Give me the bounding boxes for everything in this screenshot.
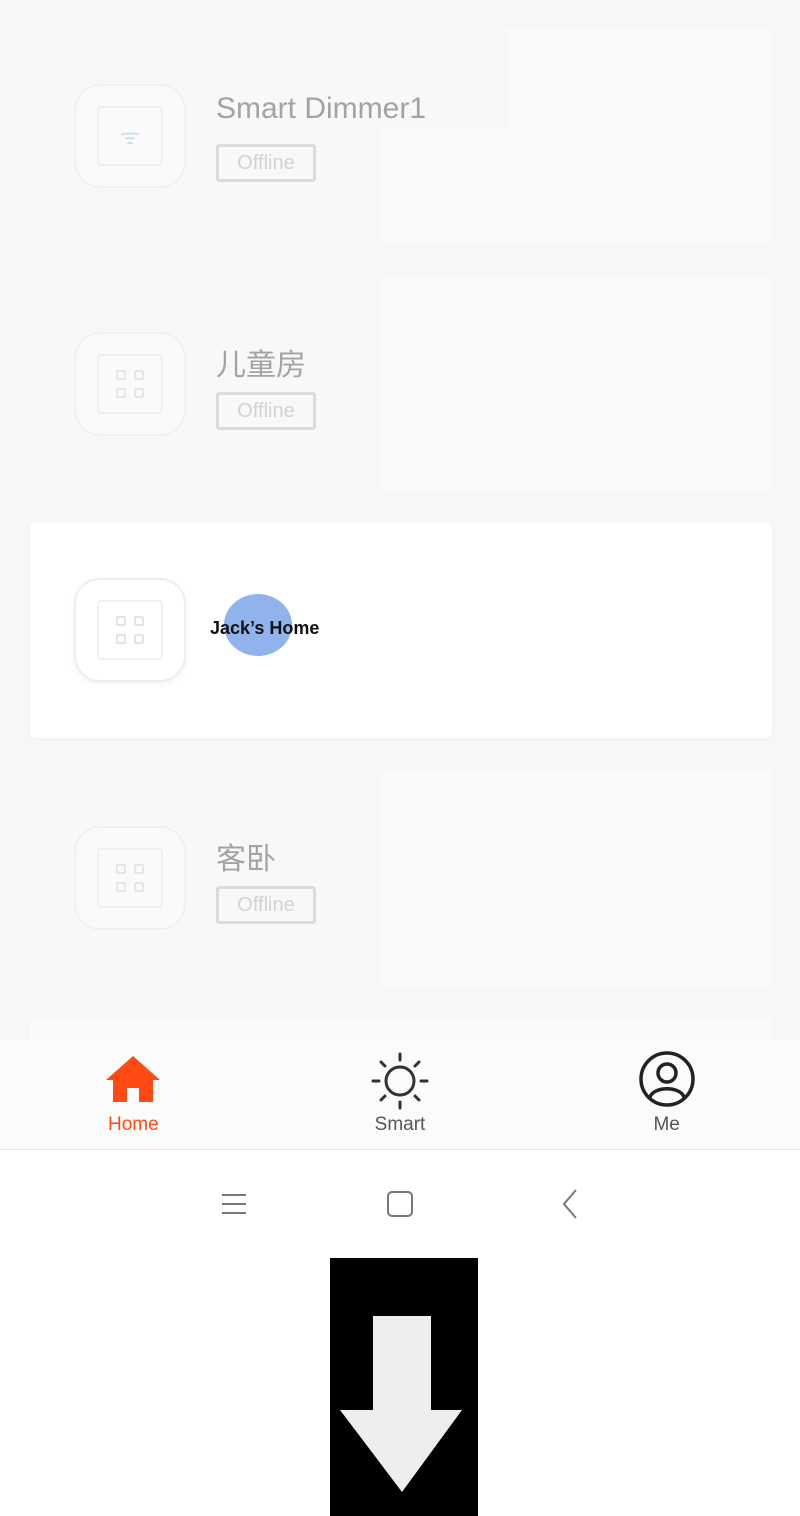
switch-panel-icon [97,354,163,414]
device-card-jacks-home[interactable]: Jack’s Home [30,522,772,738]
switch-panel-icon [97,600,163,660]
menu-icon[interactable] [212,1182,256,1226]
home-icon [106,1056,161,1102]
tab-smart[interactable]: Smart [267,1040,534,1150]
device-thumbnail [74,332,186,436]
home-square-icon[interactable] [378,1182,422,1226]
sun-icon [371,1052,429,1110]
device-name: 客卧 [216,842,276,877]
device-card-partial[interactable] [30,1018,772,1040]
device-card-kids-room[interactable]: 儿童房 Offline [30,276,772,492]
tab-home[interactable]: Home [0,1040,267,1150]
device-thumbnail: ᯤ [74,84,186,188]
device-card-guest-bedroom[interactable]: 客卧 Offline [30,770,772,986]
tab-label: Me [653,1114,680,1135]
status-badge: Offline [216,886,316,924]
tab-label: Home [107,1114,159,1135]
device-card-smart-dimmer[interactable]: ᯤ Smart Dimmer1 Offline [30,28,772,244]
device-name: 儿童房 [216,348,306,383]
user-circle-icon [638,1051,695,1107]
device-name: Jack’s Home [210,618,320,638]
switch-panel-icon [97,848,163,908]
app-screen: ᯤ Smart Dimmer1 Offline 儿童房 Offline Jack… [0,0,800,1516]
system-nav-bar [0,1152,800,1256]
device-list: ᯤ Smart Dimmer1 Offline 儿童房 Offline Jack… [0,0,800,1040]
tab-me[interactable]: Me [533,1040,800,1150]
status-badge: Offline [216,392,316,430]
wifi-plug-icon: ᯤ [97,106,163,166]
device-thumbnail [74,578,186,682]
tab-label: Smart [374,1114,426,1135]
scroll-down-overlay [330,1258,478,1516]
device-thumbnail [74,826,186,930]
device-name: Smart Dimmer1 [216,92,427,125]
status-badge: Offline [216,144,316,182]
back-icon[interactable] [548,1182,592,1226]
down-arrow-icon [340,1316,462,1492]
bottom-tab-bar: Home Smart Me [0,1040,800,1150]
